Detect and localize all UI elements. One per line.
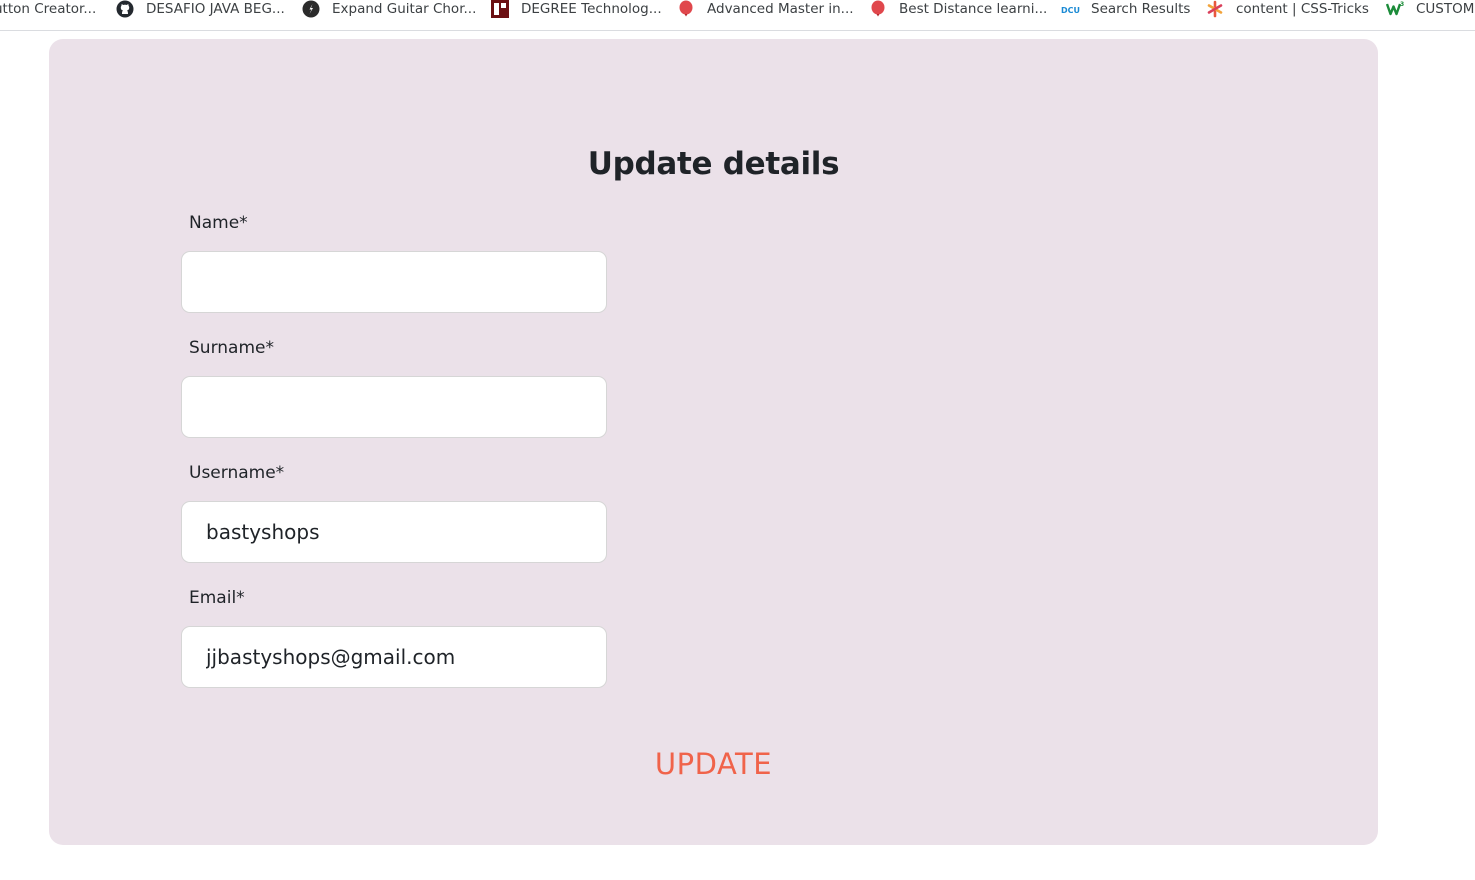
svg-text:DCU: DCU — [1061, 6, 1080, 15]
bookmarks-bar: utton Creator... DESAFIO JAVA BEG... Exp… — [0, 0, 1475, 31]
bookmark-expand-guitar[interactable]: Expand Guitar Chor... — [302, 0, 476, 17]
username-input[interactable] — [181, 501, 607, 563]
bookmark-advanced-master[interactable]: Advanced Master in... — [677, 0, 854, 17]
svg-text:3: 3 — [1400, 1, 1404, 8]
bookmark-label: content | CSS-Tricks — [1236, 0, 1369, 17]
bookmark-label: Search Results — [1091, 0, 1191, 17]
username-label: Username* — [189, 463, 285, 483]
degree-site-icon — [491, 0, 509, 18]
bookmark-desafio-java[interactable]: DESAFIO JAVA BEG... — [116, 0, 285, 17]
asterisk-icon — [1206, 0, 1224, 18]
name-input[interactable] — [181, 251, 607, 313]
surname-label: Surname* — [189, 338, 274, 358]
bookmark-label: utton Creator... — [0, 0, 97, 17]
bookmark-best-distance[interactable]: Best Distance learni... — [869, 0, 1047, 17]
guitar-site-icon — [302, 0, 320, 18]
bookmark-label: DEGREE Technolog... — [521, 0, 662, 17]
bookmark-label: Advanced Master in... — [707, 0, 854, 17]
update-details-card: Update details Name* Surname* Username* … — [49, 39, 1378, 845]
bookmark-label: Expand Guitar Chor... — [332, 0, 477, 17]
update-button[interactable]: UPDATE — [49, 747, 1378, 781]
name-label: Name* — [189, 213, 248, 233]
bookmark-search-results[interactable]: DCU Search Results — [1061, 0, 1190, 17]
dcu-icon: DCU — [1061, 0, 1083, 18]
bookmark-degree-technology[interactable]: DEGREE Technolog... — [491, 0, 662, 18]
surname-input[interactable] — [181, 376, 607, 438]
page-title: Update details — [587, 146, 840, 182]
bookmark-button-creator[interactable]: utton Creator... — [0, 0, 96, 17]
bookmark-label: CUSTOM — [1416, 0, 1475, 17]
email-input[interactable] — [181, 626, 607, 688]
bookmark-custom[interactable]: 3 CUSTOM — [1386, 0, 1474, 17]
balloon-icon — [869, 0, 887, 18]
bookmark-label: Best Distance learni... — [899, 0, 1048, 17]
bookmark-css-tricks[interactable]: content | CSS-Tricks — [1206, 0, 1369, 17]
email-label: Email* — [189, 588, 245, 608]
github-icon — [116, 0, 134, 18]
w-icon: 3 — [1386, 0, 1404, 18]
bookmark-label: DESAFIO JAVA BEG... — [146, 0, 285, 17]
balloon-icon — [677, 0, 695, 18]
